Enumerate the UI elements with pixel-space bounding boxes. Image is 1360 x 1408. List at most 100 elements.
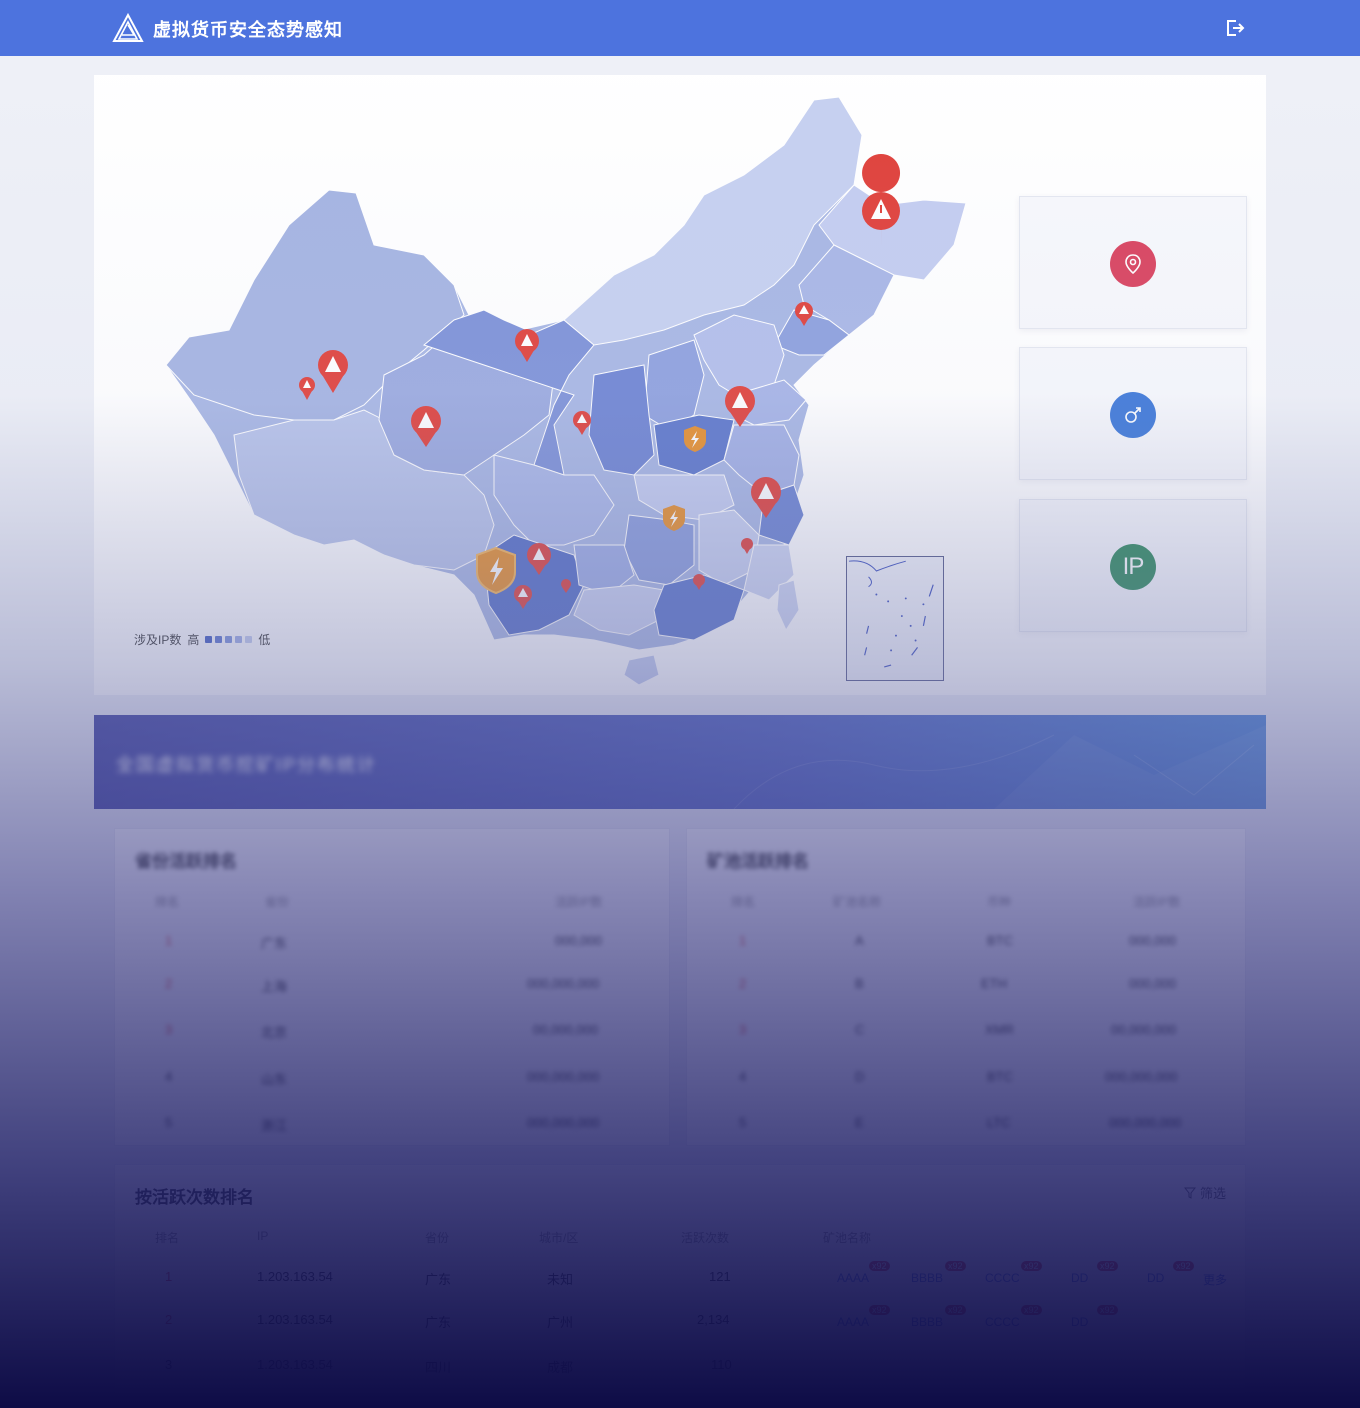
- table-cell: A: [855, 933, 864, 948]
- filter-button[interactable]: 筛选: [1184, 1183, 1226, 1202]
- province-rank-panel: 省份活跃排名 排名 省份 活跃IP数 1 广东 000,000 2 上海 000…: [114, 828, 670, 1146]
- ip-icon-label: IP: [1122, 553, 1145, 580]
- pool-tag[interactable]: DD: [1071, 1271, 1088, 1285]
- table-cell: 5: [165, 1115, 173, 1130]
- table-header: 活跃IP数: [1133, 895, 1181, 909]
- table-cell: 2: [165, 976, 173, 991]
- app-title: 虚拟货币安全态势感知: [153, 20, 343, 40]
- table-cell: 山东: [261, 1072, 288, 1087]
- table-cell: 000,000,000: [1105, 1069, 1178, 1084]
- shield-marker[interactable]: [476, 546, 516, 595]
- city-cell: 未知: [547, 1272, 574, 1287]
- table-header: 排名: [155, 1231, 180, 1245]
- city-cell: 广州: [547, 1315, 574, 1330]
- legend-swatch: [245, 636, 253, 643]
- stat-card-location[interactable]: [1019, 196, 1247, 329]
- legend-swatch: [235, 636, 243, 643]
- pool-tag-badge: x92: [1097, 1305, 1118, 1315]
- table-cell: 000,000,000: [527, 976, 600, 991]
- table-cell: 上海: [261, 979, 288, 994]
- table-cell: 000,000,000: [527, 1115, 600, 1130]
- rank-cell: 3: [165, 1357, 173, 1372]
- table-cell: 00,000,000: [1111, 1022, 1177, 1037]
- location-pin-icon: [1110, 241, 1156, 287]
- table-cell: 1: [739, 933, 747, 948]
- pool-tag[interactable]: CCCC: [985, 1271, 1020, 1285]
- count-cell: 110: [711, 1357, 732, 1372]
- activity-rank-panel: 按活跃次数排名 排名 IP 省份 城市/区 活跃次数 矿池名称 1 1.203.…: [114, 1164, 1246, 1394]
- filter-label: 筛选: [1200, 1186, 1227, 1201]
- table-header: 省份: [265, 895, 290, 909]
- legend-low-label: 低: [258, 633, 271, 647]
- table-header: 矿池名称: [833, 895, 882, 909]
- table-cell: 北京: [261, 1025, 288, 1040]
- pool-tag[interactable]: BBBB: [911, 1315, 943, 1329]
- count-cell: 2,134: [697, 1312, 730, 1327]
- table-cell: D: [855, 1069, 865, 1084]
- table-header: 活跃次数: [681, 1231, 730, 1245]
- more-link[interactable]: 更多: [1203, 1271, 1227, 1288]
- table-cell: 000,000: [1129, 976, 1176, 991]
- table-cell: 广东: [261, 936, 288, 951]
- pool-tag[interactable]: AAAA: [837, 1315, 869, 1329]
- province-rank-title: 省份活跃排名: [135, 852, 237, 871]
- rank-cell: 2: [165, 1312, 173, 1327]
- pool-tag-badge: x92: [1097, 1261, 1118, 1271]
- pool-tag-badge: x92: [869, 1305, 890, 1315]
- link-icon: [1110, 392, 1156, 438]
- pool-rank-title: 矿池活跃排名: [707, 852, 809, 871]
- table-header: IP: [257, 1229, 269, 1243]
- logout-icon[interactable]: [1224, 18, 1246, 38]
- table-cell: ETH: [981, 976, 1007, 991]
- table-header: 排名: [155, 895, 180, 909]
- ip-cell: 1.203.163.54: [257, 1357, 333, 1372]
- table-cell: 4: [165, 1069, 173, 1084]
- legend-swatch: [215, 636, 223, 643]
- stat-card-ip[interactable]: IP: [1019, 499, 1247, 632]
- pool-tag[interactable]: CCCC: [985, 1315, 1020, 1329]
- map-region-shaanxi: [588, 364, 655, 476]
- city-cell: 成都: [547, 1360, 574, 1375]
- pool-tag-badge: x92: [945, 1261, 966, 1271]
- province-cell: 广东: [425, 1315, 452, 1330]
- legend-swatch: [225, 636, 233, 643]
- table-header: 排名: [731, 895, 756, 909]
- rank-cell: 1: [165, 1269, 173, 1284]
- province-cell: 四川: [425, 1360, 452, 1375]
- legend-label: 涉及IP数: [134, 633, 182, 647]
- table-cell: 3: [739, 1022, 747, 1037]
- map-region-hainan: [623, 654, 660, 686]
- legend-swatch: [205, 636, 213, 643]
- pool-tag[interactable]: DD: [1147, 1271, 1164, 1285]
- province-cell: 广东: [425, 1272, 452, 1287]
- banner-title: 全国虚拟货币挖矿IP分布统计: [116, 755, 378, 775]
- table-cell: XMR: [985, 1022, 1014, 1037]
- table-cell: 2: [739, 976, 747, 991]
- pool-tag-badge: x92: [1021, 1261, 1042, 1271]
- table-cell: 000,000,000: [527, 1069, 600, 1084]
- table-cell: 000,000: [555, 933, 602, 948]
- triangle-logo-icon: [112, 13, 144, 42]
- pool-tag[interactable]: AAAA: [837, 1271, 869, 1285]
- table-cell: C: [855, 1022, 865, 1037]
- legend-high-label: 高: [187, 633, 200, 647]
- funnel-icon: [1184, 1187, 1196, 1199]
- table-cell: E: [855, 1115, 864, 1130]
- pool-tag[interactable]: DD: [1071, 1315, 1088, 1329]
- stat-card-link[interactable]: [1019, 347, 1247, 480]
- pool-tag-badge: x92: [1021, 1305, 1042, 1315]
- table-cell: BTC: [987, 1069, 1013, 1084]
- table-cell: 1: [165, 933, 173, 948]
- table-cell: 5: [739, 1115, 747, 1130]
- top-bar: 虚拟货币安全态势感知: [0, 0, 1360, 56]
- pool-tag[interactable]: BBBB: [911, 1271, 943, 1285]
- table-header: 城市/区: [539, 1231, 579, 1245]
- map-legend: 涉及IP数 高 低: [134, 631, 270, 648]
- count-cell: 121: [709, 1269, 731, 1284]
- table-header: 省份: [425, 1231, 450, 1245]
- legend-swatches: [205, 636, 253, 643]
- table-cell: 3: [165, 1022, 173, 1037]
- ip-cell: 1.203.163.54: [257, 1312, 333, 1327]
- table-cell: LTC: [987, 1115, 1011, 1130]
- table-cell: 000,000,000: [1109, 1115, 1182, 1130]
